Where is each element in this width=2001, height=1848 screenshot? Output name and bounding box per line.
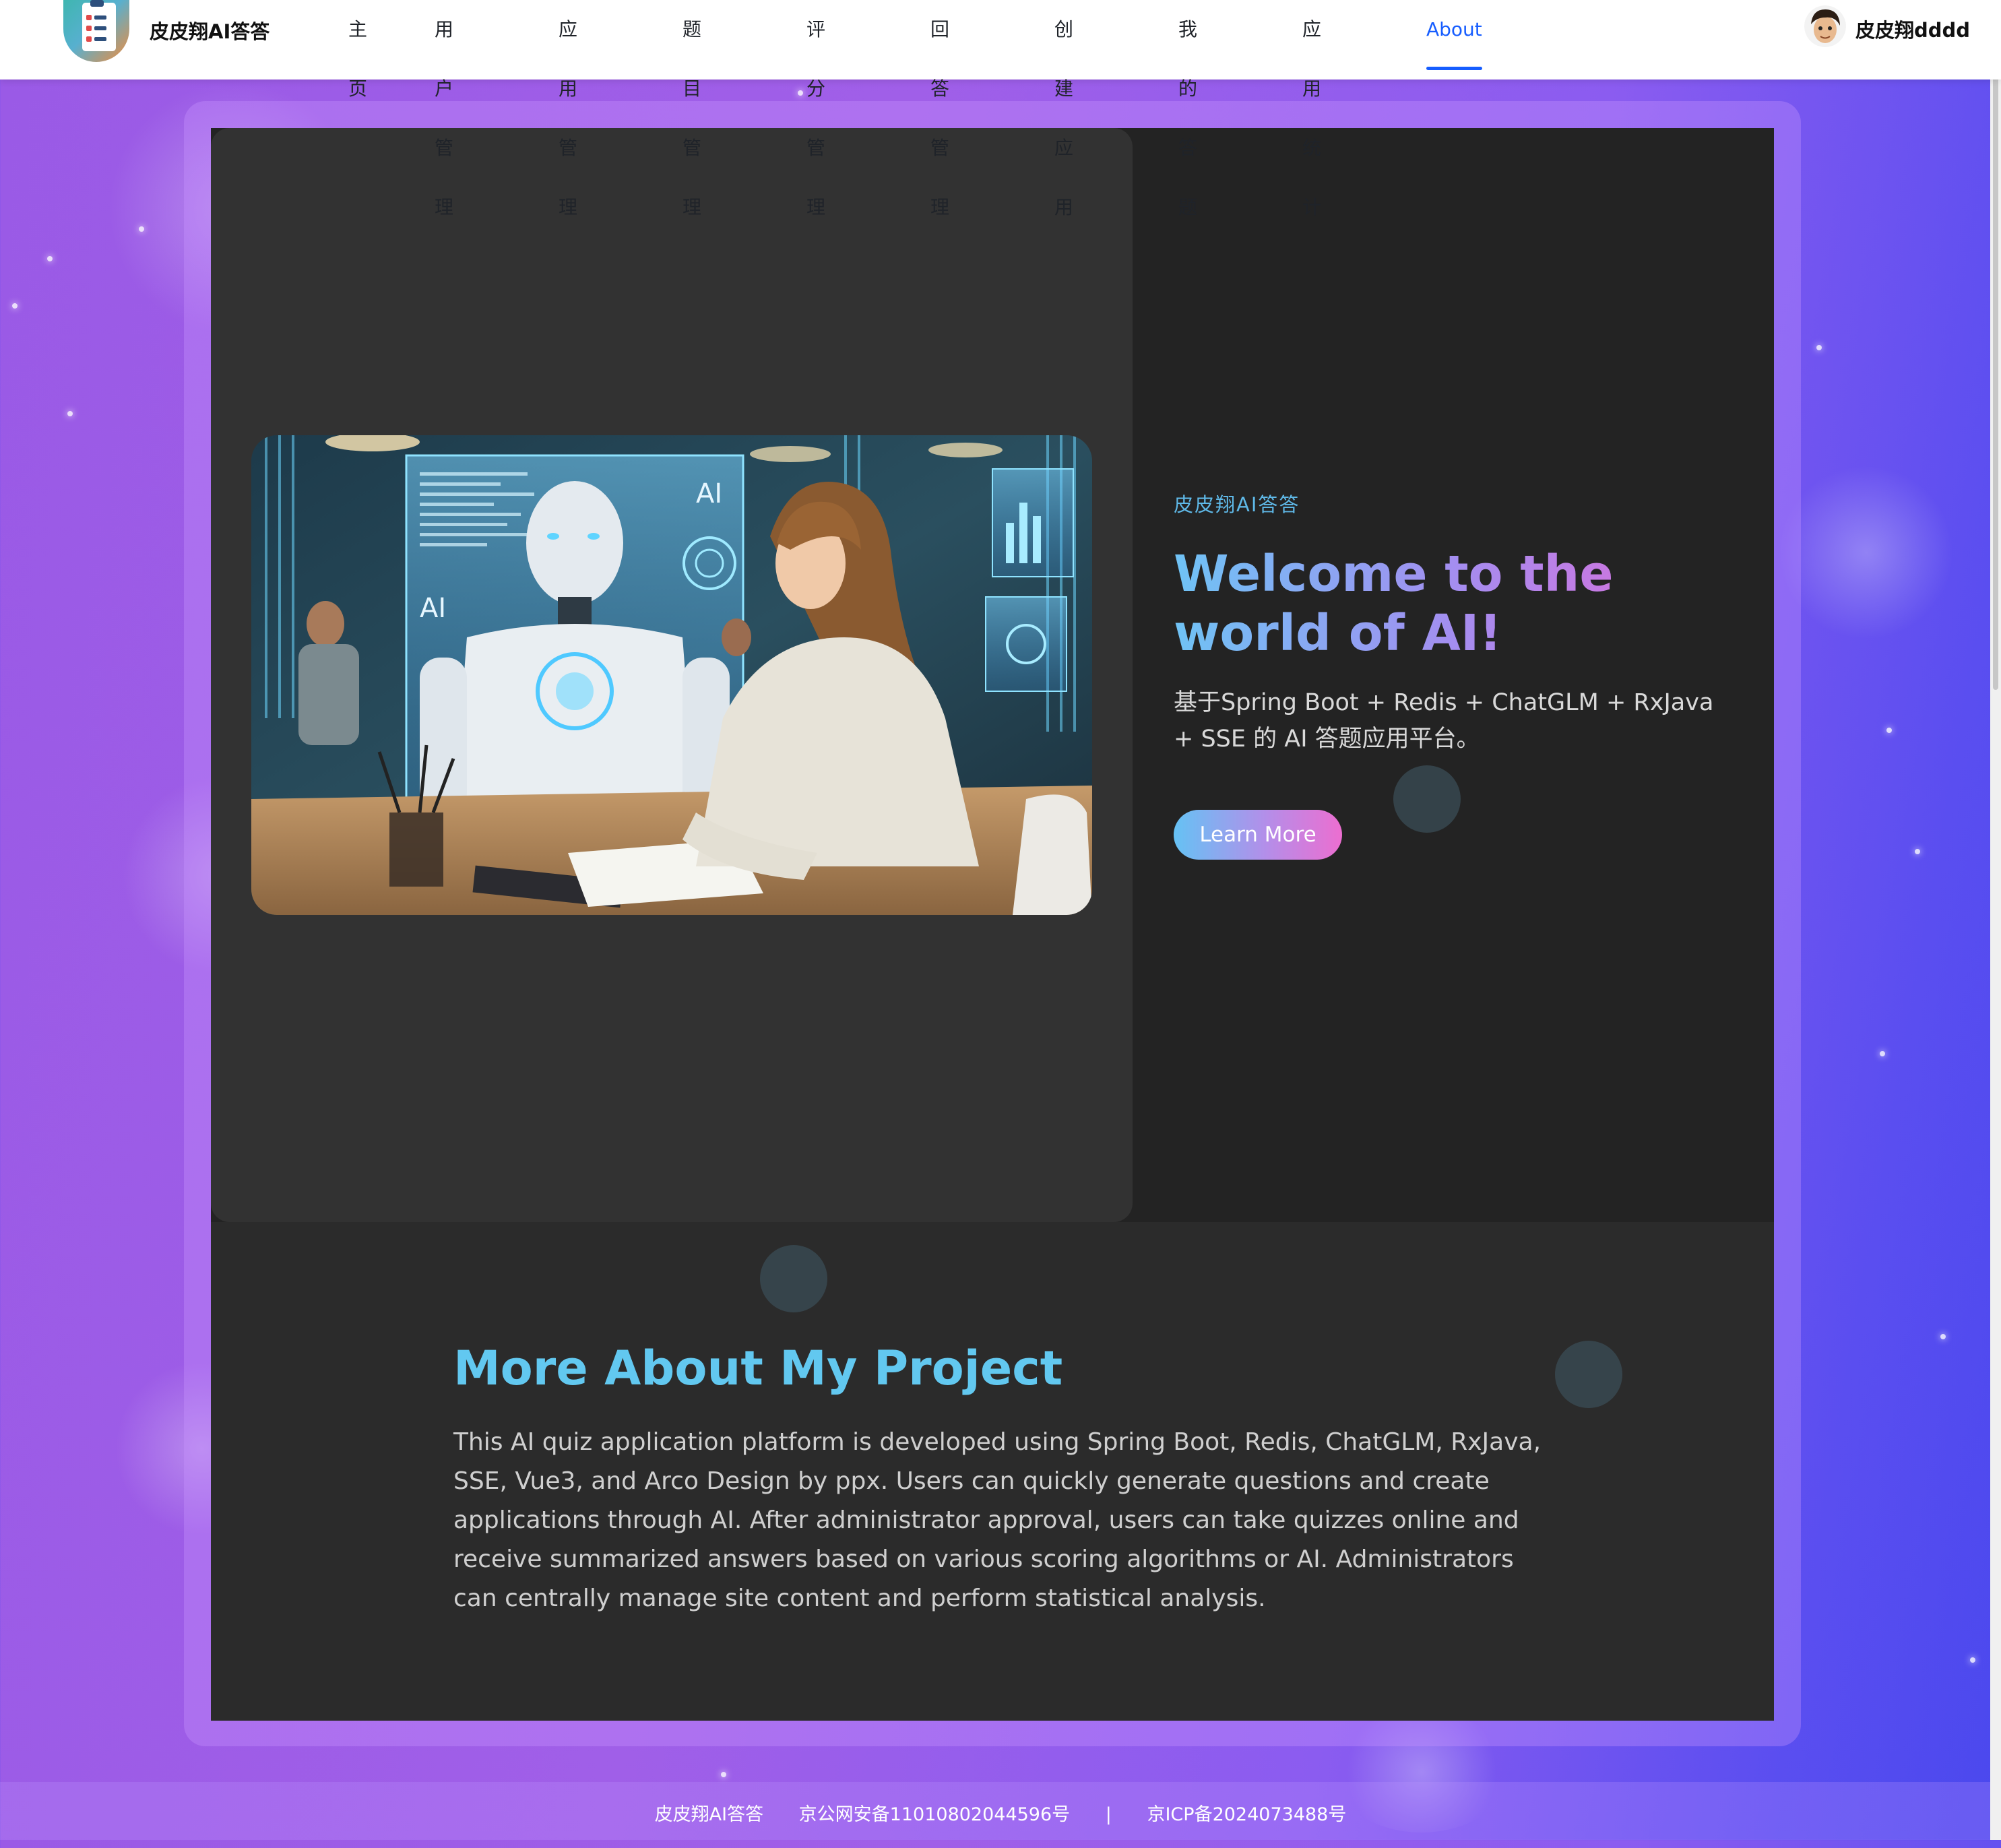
app-logo-icon[interactable] [63,0,129,62]
nav-answer-management[interactable]: 回答管理 [930,0,949,218]
user-name[interactable]: 皮皮翔dddd [1855,15,1970,43]
user-avatar[interactable] [1804,5,1846,47]
footer: 皮皮翔AI答答 京公网安备11010802044596号 | 京ICP备2024… [0,1782,2001,1840]
nav-home[interactable]: 主页 [348,0,367,100]
hero-subtitle: 基于Spring Boot + Redis + ChatGLM + RxJava… [1174,689,1714,753]
hero-image-label-right: AI [696,478,722,509]
hero-title: Welcome to the world of AI! [1174,544,1726,663]
top-nav-bar: 皮皮翔AI答答 主页 用户管理 应用管理 题目管理 评分管理 回答管理 创建应用… [0,0,2001,218]
nav-user-management[interactable]: 用户管理 [435,0,453,218]
nav-app-management[interactable]: 应用管理 [559,0,577,218]
nav-question-management[interactable]: 题目管理 [682,0,701,218]
footer-icp-record-link[interactable]: 京ICP备2024073488号 [1147,1804,1346,1825]
footer-site-name: 皮皮翔AI答答 [654,1804,764,1825]
hero-illustration: AI AI [251,435,1092,915]
nav-scoring-management[interactable]: 评分管理 [806,0,825,218]
hero-tagline: 皮皮翔AI答答 [1174,493,1300,516]
project-description: This AI quiz application platform is dev… [453,1428,1542,1612]
nav-create-app[interactable]: 创建应用 [1054,0,1073,218]
footer-police-record-link[interactable]: 京公网安备11010802044596号 [799,1804,1071,1825]
project-title: More About My Project [453,1341,1063,1396]
learn-more-button[interactable]: Learn More [1174,810,1342,860]
decorative-bubble [760,1245,827,1312]
footer-separator: | [1105,1804,1112,1825]
decorative-bubble [1393,765,1461,833]
decorative-bubble [1555,1341,1622,1408]
scrollbar-thumb[interactable] [1993,3,1998,690]
nav-my-answers[interactable]: 我的答题 [1178,0,1197,218]
nav-about[interactable]: About [1426,0,1482,79]
nav-app-statistics[interactable]: 应用统计 [1302,0,1321,218]
site-name[interactable]: 皮皮翔AI答答 [150,16,269,44]
hero-image-label-left: AI [420,593,446,624]
